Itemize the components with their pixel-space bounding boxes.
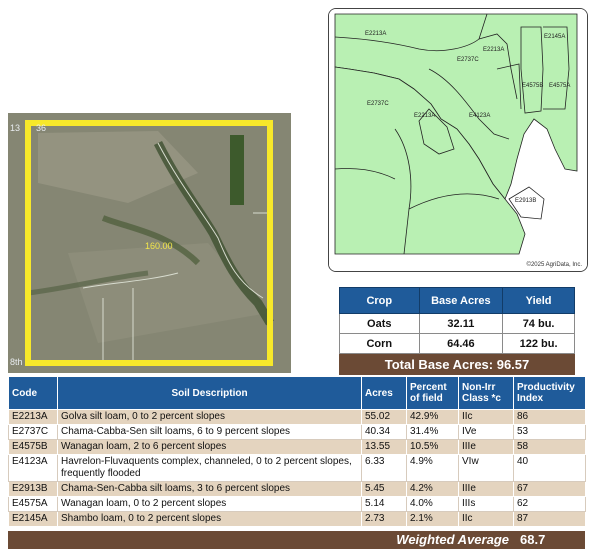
index-cell: 62: [513, 496, 586, 512]
index-cell: 67: [513, 481, 586, 497]
percent-cell: 4.9%: [406, 454, 459, 482]
corner-label: 36: [36, 123, 47, 133]
percent-cell: 10.5%: [406, 439, 459, 455]
percent-cell: 42.9%: [406, 409, 459, 425]
crop-table-header: Crop Base Acres Yield: [339, 287, 575, 314]
map-label: E2213A: [365, 31, 386, 37]
acres-cell: 13.55: [361, 439, 407, 455]
soil-row: E2737C Chama-Cabba-Sen silt loams, 6 to 9…: [8, 424, 586, 440]
weighted-average-label: Weighted Average: [396, 532, 509, 547]
class-cell: IIIe: [458, 481, 514, 497]
map-label: E2213A: [414, 113, 435, 119]
soil-row: E2913B Chama-Sen-Cabba silt loams, 3 to 6…: [8, 481, 586, 497]
description-cell: Golva silt loam, 0 to 2 percent slopes: [57, 409, 362, 425]
percent-header: Percent of field: [406, 376, 459, 410]
code-cell: E2145A: [8, 511, 58, 527]
code-cell: E4575A: [8, 496, 58, 512]
percent-cell: 31.4%: [406, 424, 459, 440]
acres-cell: 2.73: [361, 511, 407, 527]
class-cell: IIc: [458, 409, 514, 425]
map-label: E2737C: [367, 101, 389, 107]
map-label: E2145A: [544, 34, 565, 40]
yield-cell: 122 bu.: [502, 333, 575, 354]
soil-row: E2145A Shambo loam, 0 to 2 percent slopes…: [8, 511, 586, 527]
corner-label: 8th: [10, 357, 23, 367]
class-cell: IIc: [458, 511, 514, 527]
description-cell: Wanagan loam, 0 to 2 percent slopes: [57, 496, 362, 512]
acre-label: 160.00: [145, 241, 173, 251]
yield-header: Yield: [502, 287, 575, 314]
map-label: E2737C: [457, 57, 479, 63]
class-cell: IIIs: [458, 496, 514, 512]
base-acres-cell: 64.46: [418, 333, 504, 354]
class-cell: IVe: [458, 424, 514, 440]
corner-label: 13: [10, 123, 21, 133]
weighted-average-value: 68.7: [520, 532, 546, 547]
map-label: E4575A: [549, 83, 570, 89]
index-cell: 86: [513, 409, 586, 425]
code-header: Code: [8, 376, 58, 410]
crop-cell: Oats: [339, 313, 420, 334]
soil-row: E4575A Wanagan loam, 0 to 2 percent slope…: [8, 496, 586, 512]
code-cell: E2913B: [8, 481, 58, 497]
soil-map-drawing: E2213A E2213A E2737C E2145A E4575B E4575…: [329, 9, 587, 271]
soil-table-header: Code Soil Description Acres Percent of f…: [8, 376, 586, 410]
description-header: Soil Description: [57, 376, 362, 410]
percent-cell: 2.1%: [406, 511, 459, 527]
percent-cell: 4.2%: [406, 481, 459, 497]
base-acres-cell: 32.11: [418, 313, 504, 334]
description-cell: Wanagan loam, 2 to 6 percent slopes: [57, 439, 362, 455]
map-label: E2213A: [483, 47, 504, 53]
index-cell: 40: [513, 454, 586, 482]
acres-cell: 6.33: [361, 454, 407, 482]
crop-row: Corn 64.46 122 bu.: [339, 333, 575, 354]
description-cell: Havrelon-Fluvaquents complex, channeled,…: [57, 454, 362, 482]
description-cell: Shambo loam, 0 to 2 percent slopes: [57, 511, 362, 527]
class-cell: IIIe: [458, 439, 514, 455]
index-cell: 58: [513, 439, 586, 455]
index-header: Productivity Index: [513, 376, 586, 410]
map-copyright: ©2025 AgriData, Inc.: [526, 262, 582, 268]
code-cell: E4575B: [8, 439, 58, 455]
code-cell: E2213A: [8, 409, 58, 425]
acres-cell: 5.45: [361, 481, 407, 497]
class-cell: VIw: [458, 454, 514, 482]
description-cell: Chama-Sen-Cabba silt loams, 3 to 6 perce…: [57, 481, 362, 497]
crop-cell: Corn: [339, 333, 420, 354]
map-label: E2913B: [515, 198, 536, 204]
acres-cell: 55.02: [361, 409, 407, 425]
soil-row: E4123A Havrelon-Fluvaquents complex, chan…: [8, 454, 586, 482]
index-cell: 53: [513, 424, 586, 440]
soil-map: E2213A E2213A E2737C E2145A E4575B E4575…: [328, 8, 588, 272]
code-cell: E4123A: [8, 454, 58, 482]
base-acres-header: Base Acres: [418, 287, 504, 314]
soil-row: E2213A Golva silt loam, 0 to 2 percent sl…: [8, 409, 586, 425]
acres-cell: 5.14: [361, 496, 407, 512]
crop-row: Oats 32.11 74 bu.: [339, 313, 575, 334]
description-cell: Chama-Cabba-Sen silt loams, 6 to 9 perce…: [57, 424, 362, 440]
code-cell: E2737C: [8, 424, 58, 440]
map-label: E4123A: [469, 113, 490, 119]
percent-cell: 4.0%: [406, 496, 459, 512]
yield-cell: 74 bu.: [502, 313, 575, 334]
crop-table: Crop Base Acres Yield Oats 32.11 74 bu. …: [339, 287, 575, 354]
aerial-photo: 13 36 8th 160.00: [8, 113, 291, 373]
weighted-average-bar: Weighted Average 68.7: [8, 531, 585, 549]
acres-header: Acres: [361, 376, 407, 410]
class-header: Non-Irr Class *c: [458, 376, 514, 410]
crop-header: Crop: [339, 287, 420, 314]
soil-row: E4575B Wanagan loam, 2 to 6 percent slope…: [8, 439, 586, 455]
acres-cell: 40.34: [361, 424, 407, 440]
map-label: E4575B: [522, 83, 543, 89]
total-base-acres: Total Base Acres: 96.57: [339, 354, 575, 375]
index-cell: 87: [513, 511, 586, 527]
soil-table: Code Soil Description Acres Percent of f…: [8, 376, 586, 527]
